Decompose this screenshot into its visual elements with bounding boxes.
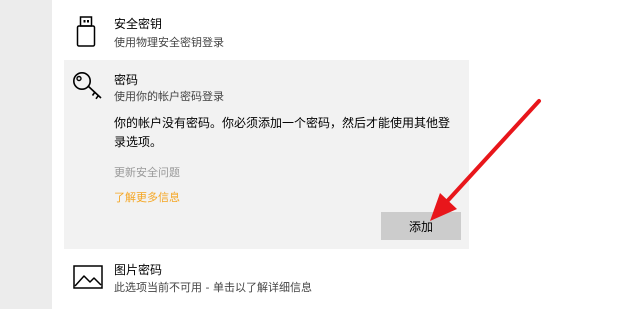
security-key-title: 安全密钥 (114, 17, 163, 31)
picture-password-subtitle: 此选项当前不可用 - 单击以了解详细信息 (114, 281, 312, 294)
password-title: 密码 (114, 73, 139, 87)
security-key-option[interactable]: 安全密钥 使用物理安全密钥登录 (64, 0, 469, 56)
picture-password-title: 图片密码 (114, 263, 163, 277)
sign-in-options-page: 安全密钥 使用物理安全密钥登录 密码 使用你的帐户密码登录 你的帐户没有密码。你… (0, 0, 620, 309)
add-password-button[interactable]: 添加 (381, 212, 461, 240)
key-icon (72, 71, 106, 105)
password-subtitle: 使用你的帐户密码登录 (114, 90, 224, 103)
usb-key-icon (76, 16, 96, 52)
learn-more-link[interactable]: 了解更多信息 (114, 190, 180, 205)
password-option-expanded[interactable]: 密码 使用你的帐户密码登录 你的帐户没有密码。你必须添加一个密码，然后才能使用其… (64, 60, 469, 249)
update-security-questions-link: 更新安全问题 (114, 166, 180, 179)
picture-icon (73, 265, 103, 293)
security-key-subtitle: 使用物理安全密钥登录 (114, 36, 224, 49)
no-password-message: 你的帐户没有密码。你必须添加一个密码，然后才能使用其他登录选项。 (114, 116, 451, 149)
picture-password-option[interactable]: 图片密码 此选项当前不可用 - 单击以了解详细信息 (64, 254, 469, 309)
left-navigation-strip (0, 0, 52, 309)
